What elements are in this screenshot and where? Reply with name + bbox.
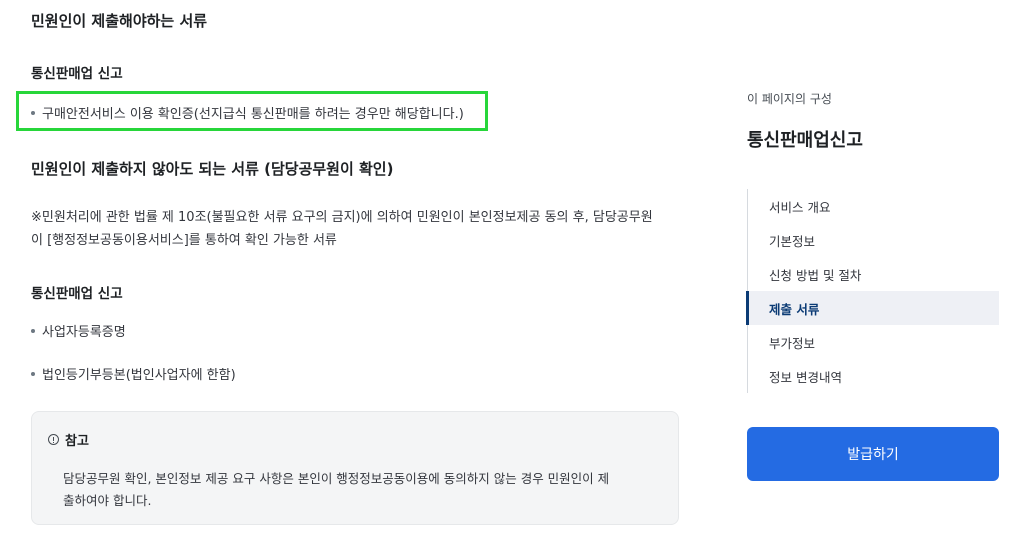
not-required-docs-title: 민원인이 제출하지 않아도 되는 서류 (담당공무원이 확인): [31, 160, 394, 178]
not-required-docs-description: ※민원처리에 관한 법률 제 10조(불필요한 서류 요구의 금지)에 의하여 …: [31, 206, 691, 252]
note-box: 참고 담당공무원 확인, 본인정보 제공 요구 사항은 본인이 행정정보공동이용…: [31, 411, 679, 525]
toc-caption: 이 페이지의 구성: [747, 92, 832, 106]
toc-item-submission-docs[interactable]: 제출 서류: [746, 291, 999, 325]
toc-nav: 서비스 개요 기본정보 신청 방법 및 절차 제출 서류 부가정보 정보 변경내…: [746, 189, 999, 393]
toc-item-application-procedure[interactable]: 신청 방법 및 절차: [748, 257, 999, 291]
toc-title: 통신판매업신고: [747, 130, 863, 151]
bullet-icon: [31, 371, 35, 376]
description-line: ※민원처리에 관한 법률 제 10조(불필요한 서류 요구의 금지)에 의하여 …: [31, 210, 653, 225]
note-text-line: 출하여야 합니다.: [63, 493, 152, 508]
list-item-label: 법인등기부등본(법인사업자에 한함): [42, 368, 236, 383]
highlight-box: [16, 91, 488, 131]
note-text: 담당공무원 확인, 본인정보 제공 요구 사항은 본인이 행정정보공동이용에 동…: [63, 468, 663, 512]
note-title: 참고: [65, 434, 89, 449]
issue-button[interactable]: 발급하기: [747, 427, 999, 481]
bullet-icon: [31, 328, 35, 333]
list-item: 사업자등록증명: [31, 321, 126, 340]
not-required-docs-subtitle: 통신판매업 신고: [31, 286, 123, 302]
toc-item-change-history[interactable]: 정보 변경내역: [748, 359, 999, 393]
list-item-label: 사업자등록증명: [42, 325, 126, 340]
note-header: 참고: [48, 430, 89, 449]
toc-item-additional-info[interactable]: 부가정보: [748, 325, 999, 359]
toc-item-service-overview[interactable]: 서비스 개요: [748, 189, 999, 223]
list-item: 법인등기부등본(법인사업자에 한함): [31, 364, 236, 383]
required-docs-title: 민원인이 제출해야하는 서류: [31, 12, 208, 30]
description-line: 이 [행정정보공동이용서비스]를 통하여 확인 가능한 서류: [31, 233, 337, 248]
required-docs-subtitle: 통신판매업 신고: [31, 66, 123, 82]
toc-item-basic-info[interactable]: 기본정보: [748, 223, 999, 257]
note-text-line: 담당공무원 확인, 본인정보 제공 요구 사항은 본인이 행정정보공동이용에 동…: [63, 471, 610, 486]
info-circle-icon: [48, 434, 59, 445]
